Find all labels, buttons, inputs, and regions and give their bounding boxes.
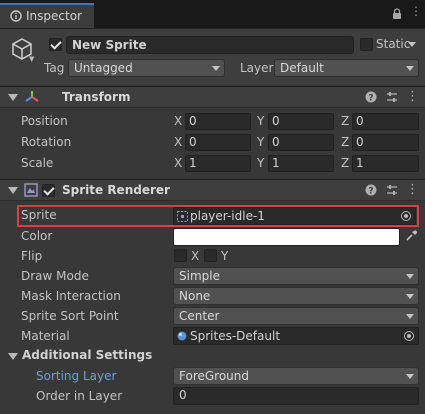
tag-dropdown[interactable]: Untagged [68,59,225,77]
sort-point-label: Sprite Sort Point [21,309,119,323]
scale-z-value: 1 [356,156,364,170]
help-icon[interactable]: ? [365,91,377,103]
layer-label: Layer [240,61,274,75]
material-icon [177,331,187,341]
static-checkbox[interactable] [360,38,373,51]
active-checkbox[interactable] [49,38,62,51]
chevron-down-icon[interactable]: ▼ [29,55,34,63]
lock-icon[interactable] [392,8,402,20]
inspector-icon [10,10,22,22]
scale-y-value: 1 [272,156,280,170]
flip-label: Flip [21,249,43,263]
order-in-layer-label: Order in Layer [36,389,123,403]
object-name-field[interactable]: New Sprite [66,36,354,54]
static-label: Static [376,37,411,51]
flip-x-label: X [191,249,200,263]
sort-point-value: Center [179,309,220,323]
axis-y-label: Y [257,156,265,170]
scale-label: Scale [21,156,54,170]
scale-y-field[interactable]: 1 [268,155,334,172]
order-in-layer-field[interactable]: 0 [173,387,419,405]
axis-x-label: X [174,135,183,149]
sprite-object-field[interactable]: player-idle-1 [173,207,416,225]
position-x-field[interactable]: 0 [185,113,251,130]
axis-z-label: Z [341,156,350,170]
rotation-z-value: 0 [356,135,364,149]
menu-icon[interactable]: ⋮ [410,4,422,18]
tag-value: Untagged [74,61,133,75]
scale-z-field[interactable]: 1 [352,155,419,172]
sprite-renderer-title: Sprite Renderer [62,183,170,197]
sorting-layer-label: Sorting Layer [36,369,117,383]
material-label: Material [21,329,70,343]
additional-settings-foldout-icon[interactable] [8,353,18,360]
flip-x-checkbox[interactable] [174,249,187,262]
draw-mode-label: Draw Mode [21,269,89,283]
rotation-label: Rotation [21,135,72,149]
additional-settings-label[interactable]: Additional Settings [22,348,152,362]
tab-label: Inspector [26,9,82,23]
scale-x-field[interactable]: 1 [185,155,251,172]
order-in-layer-value: 0 [179,388,187,402]
position-y-value: 0 [272,114,280,128]
presets-icon[interactable] [386,184,398,196]
help-icon[interactable]: ? [365,184,377,196]
sprite-renderer-foldout-icon[interactable] [8,187,18,194]
sorting-layer-value: ForeGround [179,369,250,383]
layer-value: Default [280,61,324,75]
axis-z-label: Z [341,135,350,149]
axis-z-label: Z [341,114,350,128]
color-label: Color [21,229,53,243]
rotation-y-value: 0 [272,135,280,149]
flip-y-checkbox[interactable] [204,249,217,262]
svg-text:?: ? [368,94,373,104]
sprite-label: Sprite [21,208,57,222]
material-value: Sprites-Default [190,329,281,343]
object-picker-icon[interactable] [404,331,414,341]
axis-x-label: X [174,156,183,170]
draw-mode-value: Simple [179,269,220,283]
rotation-x-value: 0 [189,135,197,149]
rotation-z-field[interactable]: 0 [352,134,419,151]
transform-foldout-icon[interactable] [8,94,18,101]
presets-icon[interactable] [386,91,398,103]
transform-title: Transform [62,90,131,104]
sprite-renderer-enabled-checkbox[interactable] [42,184,55,197]
axis-y-label: Y [257,135,265,149]
svg-text:?: ? [368,187,373,197]
position-z-field[interactable]: 0 [352,113,419,130]
scale-x-value: 1 [189,156,197,170]
sprite-renderer-icon [24,183,38,197]
position-z-value: 0 [356,114,364,128]
tab-inspector[interactable]: Inspector [0,3,94,28]
color-field[interactable] [173,228,400,246]
transform-icon [25,91,39,102]
object-name-text: New Sprite [72,38,147,52]
mask-interaction-value: None [179,289,211,303]
object-picker-icon[interactable] [401,211,411,221]
layer-dropdown[interactable]: Default [274,59,419,77]
more-icon[interactable]: ⋮ [406,89,419,104]
more-icon[interactable]: ⋮ [406,182,419,197]
eyedropper-icon[interactable] [405,229,418,242]
mask-interaction-dropdown[interactable]: None [173,287,419,305]
sort-point-dropdown[interactable]: Center [173,307,419,325]
position-y-field[interactable]: 0 [268,113,334,130]
position-label: Position [21,114,68,128]
rotation-y-field[interactable]: 0 [268,134,334,151]
sorting-layer-dropdown[interactable]: ForeGround [173,367,419,385]
sprite-value: player-idle-1 [190,209,265,223]
rotation-x-field[interactable]: 0 [185,134,251,151]
axis-y-label: Y [257,114,265,128]
sprite-asset-icon [177,211,188,222]
tag-label: Tag [44,61,65,75]
material-object-field[interactable]: Sprites-Default [173,327,419,345]
mask-interaction-label: Mask Interaction [21,289,121,303]
position-x-value: 0 [189,114,197,128]
flip-y-label: Y [221,249,229,263]
draw-mode-dropdown[interactable]: Simple [173,267,419,285]
static-dropdown-arrow[interactable] [408,42,416,47]
axis-x-label: X [174,114,183,128]
